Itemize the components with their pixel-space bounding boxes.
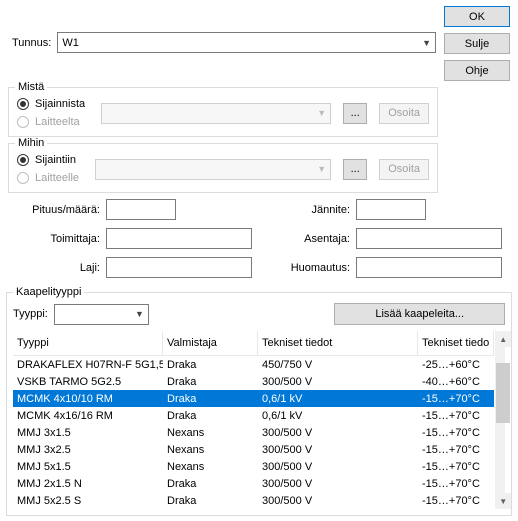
mihin-title: Mihin — [15, 137, 47, 149]
close-button[interactable]: Sulje — [444, 33, 510, 54]
table-row[interactable]: MMJ 3x2.5Nexans300/500 V-15…+70°C — [13, 441, 494, 458]
mista-ellipsis-button[interactable]: ... — [343, 103, 367, 124]
col-tekniset1[interactable]: Tekniset tiedot — [258, 331, 418, 355]
table-row[interactable]: MMJ 3x1.5Nexans300/500 V-15…+70°C — [13, 424, 494, 441]
mihin-combo[interactable]: ▼ — [95, 159, 331, 180]
tyyppi-select[interactable]: ▼ — [54, 304, 149, 325]
table-cell: -15…+70°C — [418, 477, 494, 491]
scroll-thumb[interactable] — [496, 363, 510, 423]
table-cell: 300/500 V — [258, 443, 418, 457]
table-cell: 0,6/1 kV — [258, 409, 418, 423]
table-cell: MMJ 3x1.5 — [13, 426, 163, 440]
table-cell: -15…+70°C — [418, 460, 494, 474]
tyyppi-label: Tyyppi: — [13, 308, 48, 320]
table-cell: -15…+70°C — [418, 494, 494, 508]
table-row[interactable]: MCMK 4x16/16 RMDraka0,6/1 kV-15…+70°C — [13, 407, 494, 424]
table-cell: 0,6/1 kV — [258, 392, 418, 406]
table-cell: Nexans — [163, 460, 258, 474]
mista-group: Mistä Sijainnista Laitteelta ▼ ... Osoit… — [8, 87, 438, 137]
mihin-label-sijaintiin: Sijaintiin — [35, 154, 76, 166]
table-cell: MMJ 2x1.5 N — [13, 477, 163, 491]
chevron-down-icon: ▼ — [422, 38, 431, 48]
table-cell: -15…+70°C — [418, 392, 494, 406]
ok-button[interactable]: OK — [444, 6, 510, 27]
table-cell: MCMK 4x10/10 RM — [13, 392, 163, 406]
table-cell: 300/500 V — [258, 460, 418, 474]
tunnus-select[interactable]: W1 ▼ — [57, 32, 436, 53]
table-cell: 300/500 V — [258, 375, 418, 389]
table-cell: DRAKAFLEX H07RN-F 5G1,5 — [13, 358, 163, 372]
table-cell: Draka — [163, 477, 258, 491]
table-cell: Draka — [163, 409, 258, 423]
kt-title: Kaapelityyppi — [13, 286, 84, 298]
mista-osoita-button: Osoita — [379, 103, 429, 124]
huomautus-input[interactable] — [356, 257, 502, 278]
cable-table: Tyyppi Valmistaja Tekniset tiedot Teknis… — [13, 331, 494, 509]
tunnus-label: Tunnus: — [12, 37, 51, 49]
asentaja-input[interactable] — [356, 228, 502, 249]
table-cell: MCMK 4x16/16 RM — [13, 409, 163, 423]
table-cell: -15…+70°C — [418, 443, 494, 457]
mihin-radio-sijaintiin[interactable] — [17, 154, 29, 166]
toimittaja-input[interactable] — [106, 228, 252, 249]
scroll-down-icon[interactable]: ▼ — [495, 493, 511, 509]
table-cell: Draka — [163, 392, 258, 406]
chevron-down-icon: ▼ — [135, 309, 144, 319]
table-cell: 450/750 V — [258, 358, 418, 372]
tunnus-value: W1 — [62, 37, 79, 49]
table-cell: 300/500 V — [258, 477, 418, 491]
table-cell: MMJ 5x2.5 S — [13, 494, 163, 508]
table-row[interactable]: MCMK 4x10/10 RMDraka0,6/1 kV-15…+70°C — [13, 390, 494, 407]
table-row[interactable]: MMJ 2x1.5 NDraka300/500 V-15…+70°C — [13, 475, 494, 492]
table-row[interactable]: DRAKAFLEX H07RN-F 5G1,5Draka450/750 V-25… — [13, 356, 494, 373]
mihin-label-laitteelle: Laitteelle — [35, 172, 79, 184]
table-cell: -40…+60°C — [418, 375, 494, 389]
table-cell: 300/500 V — [258, 426, 418, 440]
pituus-label: Pituus/määrä: — [8, 204, 106, 216]
table-cell: Nexans — [163, 443, 258, 457]
table-row[interactable]: MMJ 5x1.5Nexans300/500 V-15…+70°C — [13, 458, 494, 475]
mihin-osoita-button: Osoita — [379, 159, 429, 180]
table-cell: MMJ 3x2.5 — [13, 443, 163, 457]
table-cell: Draka — [163, 494, 258, 508]
table-cell: Nexans — [163, 426, 258, 440]
chevron-down-icon: ▼ — [317, 164, 326, 174]
mista-title: Mistä — [15, 81, 47, 93]
pituus-input[interactable] — [106, 199, 176, 220]
help-button[interactable]: Ohje — [444, 60, 510, 81]
huomautus-label: Huomautus: — [258, 262, 356, 274]
jannite-label: Jännite: — [258, 204, 356, 216]
table-scrollbar[interactable]: ▲ ▼ — [494, 331, 505, 509]
col-valmistaja[interactable]: Valmistaja — [163, 331, 258, 355]
chevron-down-icon: ▼ — [317, 108, 326, 118]
col-tekniset2[interactable]: Tekniset tiedo — [418, 331, 494, 355]
mista-radio-sijainnista[interactable] — [17, 98, 29, 110]
table-cell: VSKB TARMO 5G2.5 — [13, 375, 163, 389]
mihin-group: Mihin Sijaintiin Laitteelle ▼ ... Osoita — [8, 143, 438, 193]
mihin-radio-laitteelle[interactable] — [17, 172, 29, 184]
toimittaja-label: Toimittaja: — [8, 233, 106, 245]
table-cell: Draka — [163, 375, 258, 389]
table-row[interactable]: VSKB TARMO 5G2.5Draka300/500 V-40…+60°C — [13, 373, 494, 390]
scroll-up-icon[interactable]: ▲ — [495, 331, 511, 347]
mista-label-laitteelta: Laitteelta — [35, 116, 80, 128]
table-cell: 300/500 V — [258, 494, 418, 508]
asentaja-label: Asentaja: — [258, 233, 356, 245]
laji-input[interactable] — [106, 257, 252, 278]
table-row[interactable]: MMJ 5x2.5 SDraka300/500 V-15…+70°C — [13, 492, 494, 509]
table-cell: Draka — [163, 358, 258, 372]
mista-radio-laitteelta[interactable] — [17, 116, 29, 128]
mihin-ellipsis-button[interactable]: ... — [343, 159, 367, 180]
col-tyyppi[interactable]: Tyyppi — [13, 331, 163, 355]
mista-label-sijainnista: Sijainnista — [35, 98, 85, 110]
jannite-input[interactable] — [356, 199, 426, 220]
laji-label: Laji: — [8, 262, 106, 274]
mista-combo[interactable]: ▼ — [101, 103, 331, 124]
lisaa-kaapeleita-button[interactable]: Lisää kaapeleita... — [334, 303, 505, 325]
kaapelityyppi-group: Kaapelityyppi Tyyppi: ▼ Lisää kaapeleita… — [6, 292, 512, 516]
table-cell: -15…+70°C — [418, 409, 494, 423]
table-cell: MMJ 5x1.5 — [13, 460, 163, 474]
table-cell: -15…+70°C — [418, 426, 494, 440]
table-cell: -25…+60°C — [418, 358, 494, 372]
